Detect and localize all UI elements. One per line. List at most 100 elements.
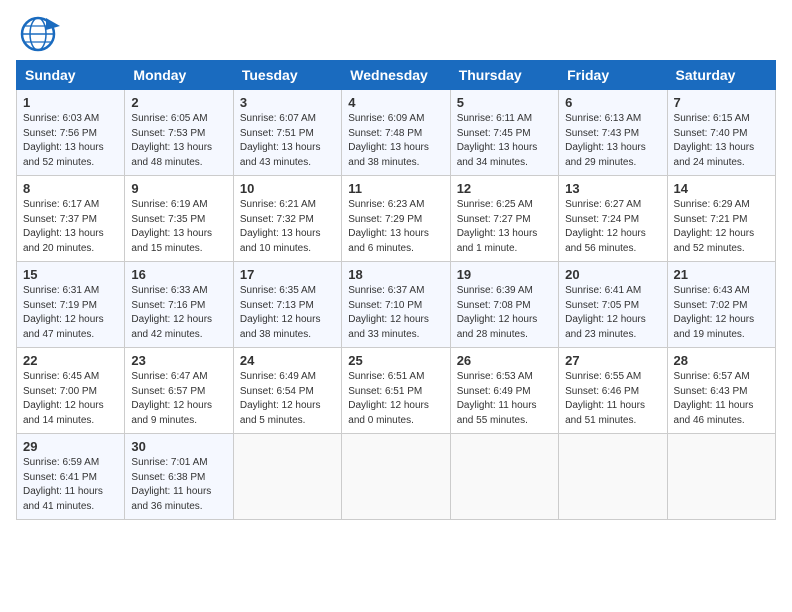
weekday-header: Tuesday <box>233 61 341 90</box>
day-info: Sunrise: 7:01 AM Sunset: 6:38 PM Dayligh… <box>131 456 226 514</box>
day-number: 28 <box>674 353 769 368</box>
day-number: 4 <box>348 95 443 110</box>
day-info: Sunrise: 6:33 AM Sunset: 7:16 PM Dayligh… <box>131 284 226 342</box>
calendar-day-cell: 13 Sunrise: 6:27 AM Sunset: 7:24 PM Dayli… <box>559 176 667 262</box>
day-info: Sunrise: 6:23 AM Sunset: 7:29 PM Dayligh… <box>348 198 443 256</box>
calendar-day-cell: 12 Sunrise: 6:25 AM Sunset: 7:27 PM Dayli… <box>450 176 558 262</box>
calendar-day-cell: 25 Sunrise: 6:51 AM Sunset: 6:51 PM Dayli… <box>342 348 450 434</box>
weekday-header: Sunday <box>17 61 125 90</box>
calendar-day-cell: 3 Sunrise: 6:07 AM Sunset: 7:51 PM Daylig… <box>233 90 341 176</box>
day-info: Sunrise: 6:37 AM Sunset: 7:10 PM Dayligh… <box>348 284 443 342</box>
calendar-day-cell: 1 Sunrise: 6:03 AM Sunset: 7:56 PM Daylig… <box>17 90 125 176</box>
day-info: Sunrise: 6:45 AM Sunset: 7:00 PM Dayligh… <box>23 370 118 428</box>
day-number: 5 <box>457 95 552 110</box>
calendar-week-row: 1 Sunrise: 6:03 AM Sunset: 7:56 PM Daylig… <box>17 90 776 176</box>
calendar-day-cell: 7 Sunrise: 6:15 AM Sunset: 7:40 PM Daylig… <box>667 90 775 176</box>
day-info: Sunrise: 6:19 AM Sunset: 7:35 PM Dayligh… <box>131 198 226 256</box>
calendar-day-cell: 5 Sunrise: 6:11 AM Sunset: 7:45 PM Daylig… <box>450 90 558 176</box>
day-number: 18 <box>348 267 443 282</box>
day-info: Sunrise: 6:53 AM Sunset: 6:49 PM Dayligh… <box>457 370 552 428</box>
day-number: 20 <box>565 267 660 282</box>
day-info: Sunrise: 6:21 AM Sunset: 7:32 PM Dayligh… <box>240 198 335 256</box>
weekday-header: Wednesday <box>342 61 450 90</box>
day-info: Sunrise: 6:03 AM Sunset: 7:56 PM Dayligh… <box>23 112 118 170</box>
day-number: 29 <box>23 439 118 454</box>
day-number: 25 <box>348 353 443 368</box>
calendar-day-cell: 23 Sunrise: 6:47 AM Sunset: 6:57 PM Dayli… <box>125 348 233 434</box>
calendar-day-cell: 22 Sunrise: 6:45 AM Sunset: 7:00 PM Dayli… <box>17 348 125 434</box>
day-number: 23 <box>131 353 226 368</box>
calendar-day-cell: 6 Sunrise: 6:13 AM Sunset: 7:43 PM Daylig… <box>559 90 667 176</box>
day-info: Sunrise: 6:27 AM Sunset: 7:24 PM Dayligh… <box>565 198 660 256</box>
calendar-day-cell <box>559 434 667 520</box>
calendar-day-cell: 19 Sunrise: 6:39 AM Sunset: 7:08 PM Dayli… <box>450 262 558 348</box>
calendar-day-cell: 20 Sunrise: 6:41 AM Sunset: 7:05 PM Dayli… <box>559 262 667 348</box>
day-info: Sunrise: 6:59 AM Sunset: 6:41 PM Dayligh… <box>23 456 118 514</box>
weekday-header: Friday <box>559 61 667 90</box>
weekday-header: Thursday <box>450 61 558 90</box>
calendar-day-cell <box>342 434 450 520</box>
day-info: Sunrise: 6:13 AM Sunset: 7:43 PM Dayligh… <box>565 112 660 170</box>
calendar-day-cell: 18 Sunrise: 6:37 AM Sunset: 7:10 PM Dayli… <box>342 262 450 348</box>
day-info: Sunrise: 6:07 AM Sunset: 7:51 PM Dayligh… <box>240 112 335 170</box>
day-info: Sunrise: 6:41 AM Sunset: 7:05 PM Dayligh… <box>565 284 660 342</box>
calendar-day-cell: 8Sunrise: 6:17 AM Sunset: 7:37 PM Daylig… <box>17 176 125 262</box>
day-number: 9 <box>131 181 226 196</box>
calendar-day-cell: 9 Sunrise: 6:19 AM Sunset: 7:35 PM Daylig… <box>125 176 233 262</box>
day-number: 12 <box>457 181 552 196</box>
page-header <box>16 16 776 52</box>
calendar-day-cell: 17Sunrise: 6:35 AM Sunset: 7:13 PM Dayli… <box>233 262 341 348</box>
day-number: 14 <box>674 181 769 196</box>
calendar-week-row: 29 Sunrise: 6:59 AM Sunset: 6:41 PM Dayli… <box>17 434 776 520</box>
calendar-day-cell: 15 Sunrise: 6:31 AM Sunset: 7:19 PM Dayli… <box>17 262 125 348</box>
day-info: Sunrise: 6:25 AM Sunset: 7:27 PM Dayligh… <box>457 198 552 256</box>
day-number: 22 <box>23 353 118 368</box>
day-number: 1 <box>23 95 118 110</box>
day-number: 17 <box>240 267 335 282</box>
calendar-day-cell: 4 Sunrise: 6:09 AM Sunset: 7:48 PM Daylig… <box>342 90 450 176</box>
day-info: Sunrise: 6:43 AM Sunset: 7:02 PM Dayligh… <box>674 284 769 342</box>
day-info: Sunrise: 6:09 AM Sunset: 7:48 PM Dayligh… <box>348 112 443 170</box>
day-number: 19 <box>457 267 552 282</box>
calendar-week-row: 15 Sunrise: 6:31 AM Sunset: 7:19 PM Dayli… <box>17 262 776 348</box>
calendar-day-cell <box>450 434 558 520</box>
calendar-day-cell: 29 Sunrise: 6:59 AM Sunset: 6:41 PM Dayli… <box>17 434 125 520</box>
calendar-day-cell: 21 Sunrise: 6:43 AM Sunset: 7:02 PM Dayli… <box>667 262 775 348</box>
day-info: Sunrise: 6:29 AM Sunset: 7:21 PM Dayligh… <box>674 198 769 256</box>
calendar-day-cell: 14 Sunrise: 6:29 AM Sunset: 7:21 PM Dayli… <box>667 176 775 262</box>
day-number: 24 <box>240 353 335 368</box>
logo <box>16 16 64 52</box>
day-number: 15 <box>23 267 118 282</box>
calendar-day-cell <box>667 434 775 520</box>
day-number: 26 <box>457 353 552 368</box>
day-info: Sunrise: 6:49 AM Sunset: 6:54 PM Dayligh… <box>240 370 335 428</box>
day-info: Sunrise: 6:15 AM Sunset: 7:40 PM Dayligh… <box>674 112 769 170</box>
calendar-table: SundayMondayTuesdayWednesdayThursdayFrid… <box>16 60 776 520</box>
logo-icon <box>16 16 60 52</box>
day-number: 27 <box>565 353 660 368</box>
day-info: Sunrise: 6:17 AM Sunset: 7:37 PM Dayligh… <box>23 198 118 256</box>
day-number: 6 <box>565 95 660 110</box>
calendar-day-cell: 28 Sunrise: 6:57 AM Sunset: 6:43 PM Dayli… <box>667 348 775 434</box>
day-number: 13 <box>565 181 660 196</box>
day-info: Sunrise: 6:51 AM Sunset: 6:51 PM Dayligh… <box>348 370 443 428</box>
day-info: Sunrise: 6:47 AM Sunset: 6:57 PM Dayligh… <box>131 370 226 428</box>
calendar-week-row: 8Sunrise: 6:17 AM Sunset: 7:37 PM Daylig… <box>17 176 776 262</box>
day-number: 16 <box>131 267 226 282</box>
day-number: 30 <box>131 439 226 454</box>
day-number: 7 <box>674 95 769 110</box>
calendar-week-row: 22 Sunrise: 6:45 AM Sunset: 7:00 PM Dayli… <box>17 348 776 434</box>
calendar-day-cell: 11 Sunrise: 6:23 AM Sunset: 7:29 PM Dayli… <box>342 176 450 262</box>
day-info: Sunrise: 6:31 AM Sunset: 7:19 PM Dayligh… <box>23 284 118 342</box>
day-info: Sunrise: 6:39 AM Sunset: 7:08 PM Dayligh… <box>457 284 552 342</box>
day-info: Sunrise: 6:57 AM Sunset: 6:43 PM Dayligh… <box>674 370 769 428</box>
day-number: 11 <box>348 181 443 196</box>
day-info: Sunrise: 6:11 AM Sunset: 7:45 PM Dayligh… <box>457 112 552 170</box>
day-number: 3 <box>240 95 335 110</box>
calendar-day-cell <box>233 434 341 520</box>
day-number: 21 <box>674 267 769 282</box>
day-info: Sunrise: 6:05 AM Sunset: 7:53 PM Dayligh… <box>131 112 226 170</box>
calendar-day-cell: 2Sunrise: 6:05 AM Sunset: 7:53 PM Daylig… <box>125 90 233 176</box>
calendar-day-cell: 16 Sunrise: 6:33 AM Sunset: 7:16 PM Dayli… <box>125 262 233 348</box>
weekday-header: Monday <box>125 61 233 90</box>
